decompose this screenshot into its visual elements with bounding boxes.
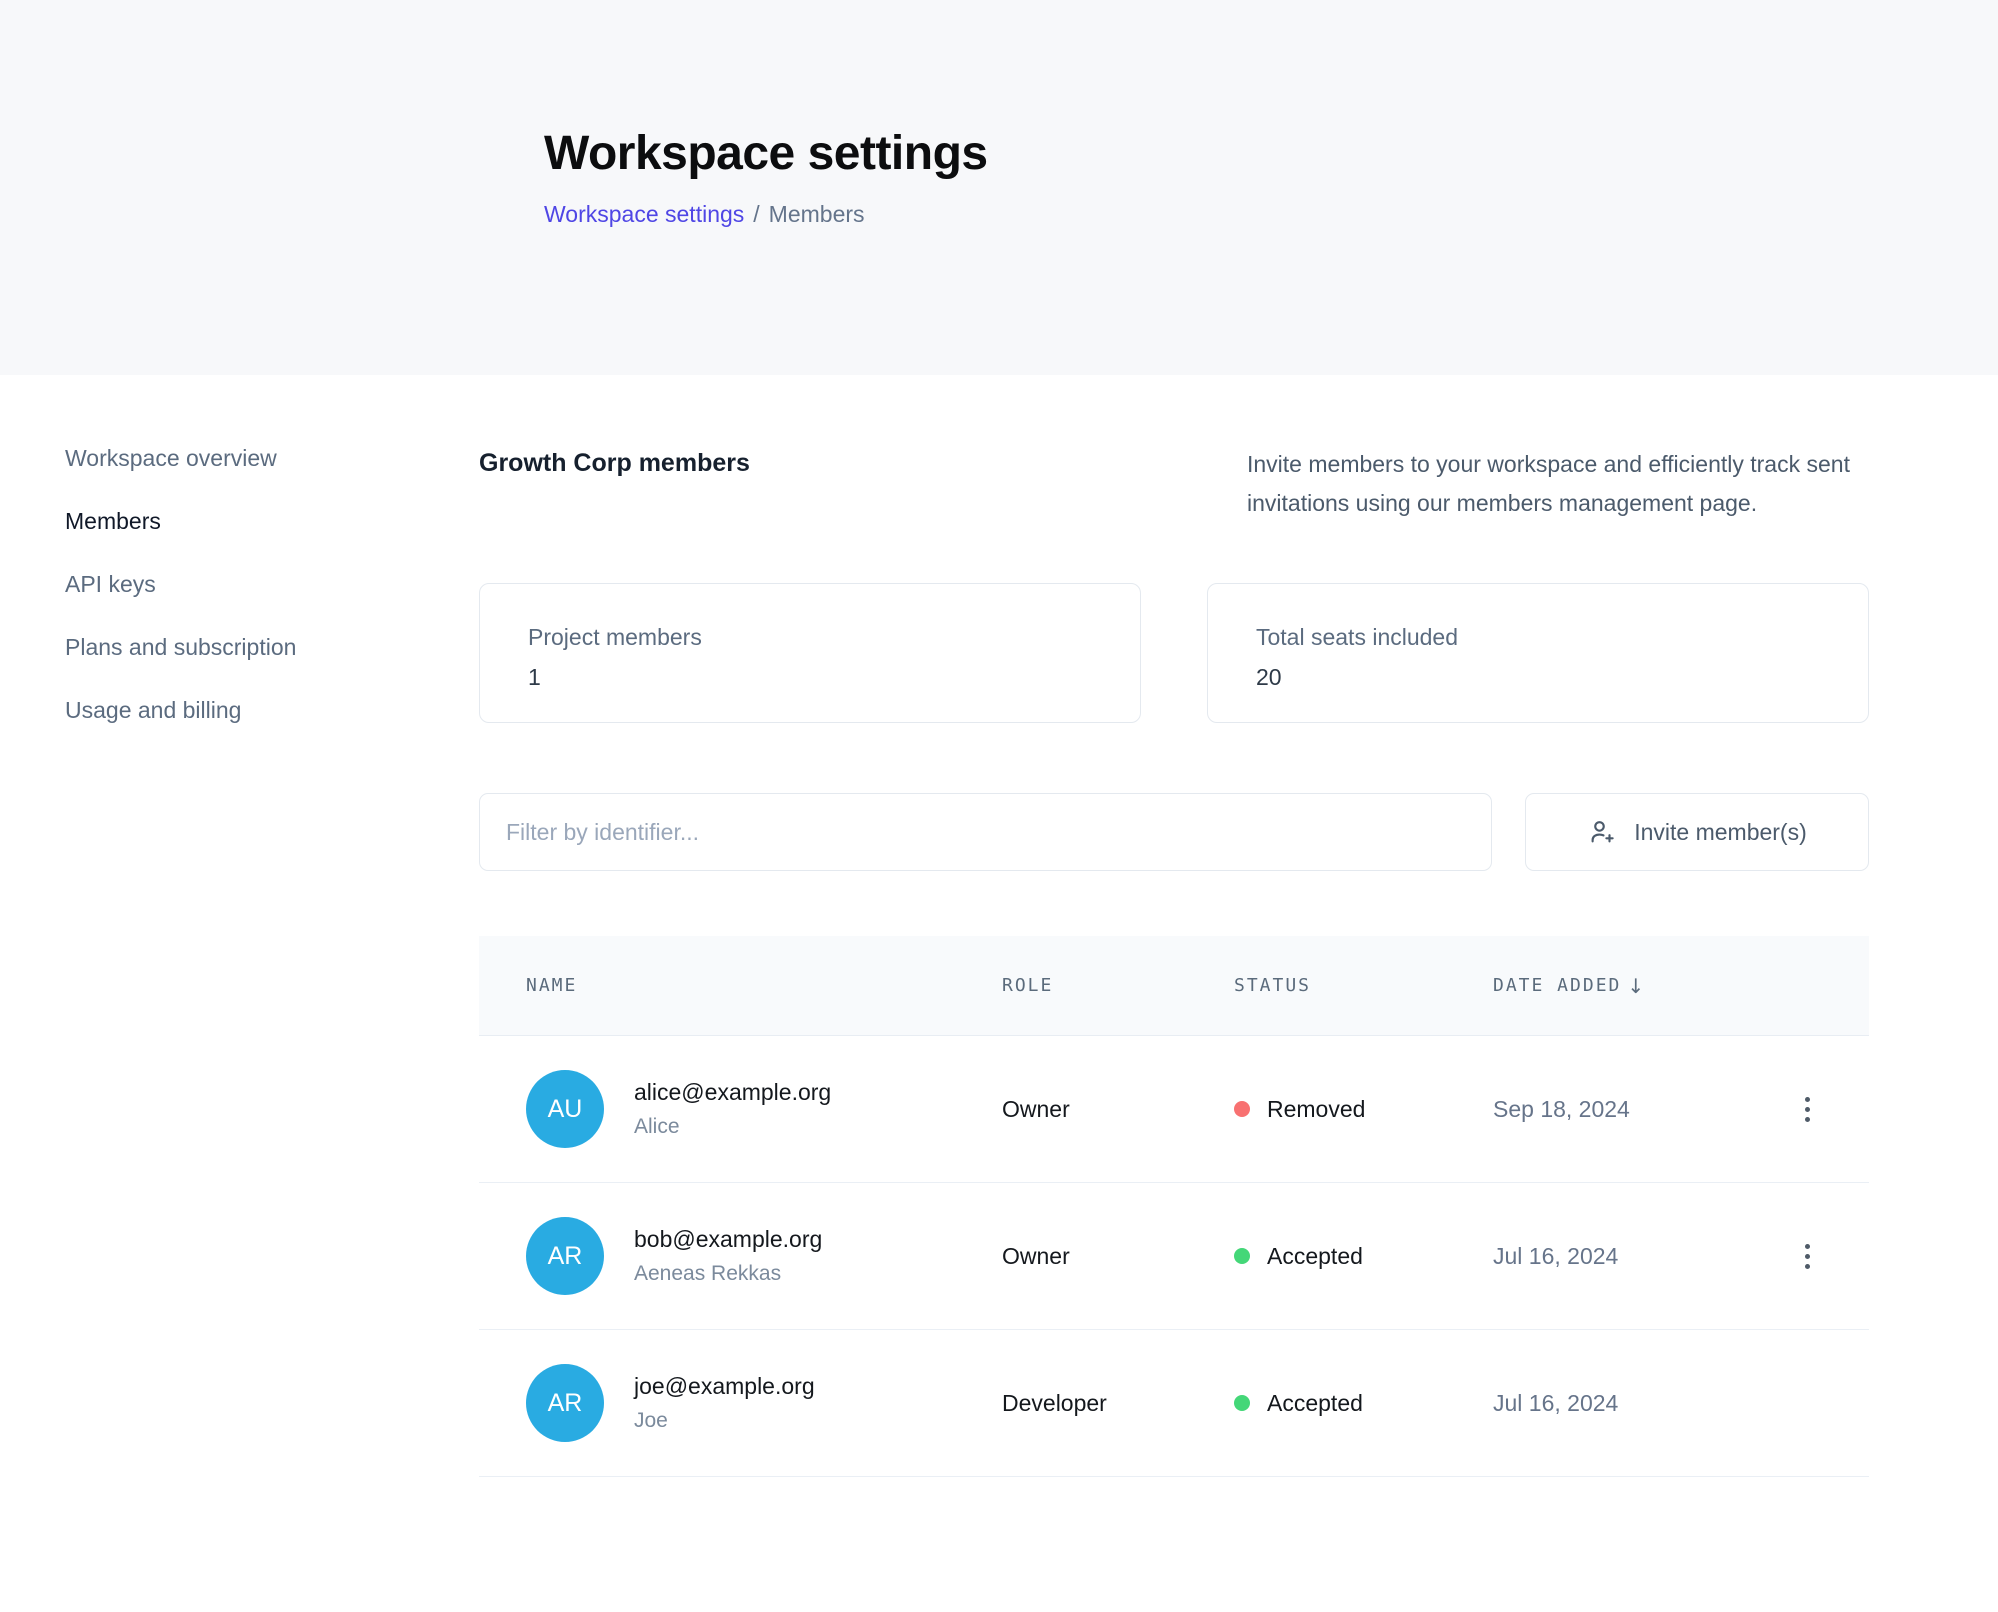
members-table: NAME ROLE STATUS DATE ADDED ↓ AU alice@e… — [479, 936, 1869, 1477]
filter-input[interactable] — [479, 793, 1492, 871]
avatar: AR — [526, 1217, 604, 1295]
filter-row: Invite member(s) — [479, 793, 1869, 871]
stat-card-project-members: Project members 1 — [479, 583, 1141, 723]
column-header-role: ROLE — [1002, 975, 1234, 996]
status-dot-accepted — [1234, 1395, 1250, 1411]
sidebar-item-api-keys[interactable]: API keys — [65, 571, 479, 598]
status-dot-removed — [1234, 1101, 1250, 1117]
column-header-status: STATUS — [1234, 975, 1493, 996]
member-name: Aeneas Rekkas — [634, 1262, 822, 1286]
member-cell: AU alice@example.org Alice — [526, 1070, 1002, 1148]
intro-row: Growth Corp members Invite members to yo… — [479, 445, 1869, 523]
member-identity: bob@example.org Aeneas Rekkas — [634, 1226, 822, 1286]
page-title: Workspace settings — [544, 126, 1934, 181]
member-date-added: Jul 16, 2024 — [1493, 1390, 1778, 1417]
status-dot-accepted — [1234, 1248, 1250, 1264]
sort-descending-icon: ↓ — [1627, 974, 1644, 998]
member-email: alice@example.org — [634, 1079, 831, 1106]
member-name: Joe — [634, 1409, 815, 1433]
member-date-added: Sep 18, 2024 — [1493, 1096, 1778, 1123]
member-role: Owner — [1002, 1243, 1234, 1270]
member-email: bob@example.org — [634, 1226, 822, 1253]
row-actions-menu-icon[interactable] — [1793, 1087, 1822, 1132]
status-label: Accepted — [1267, 1243, 1363, 1270]
avatar: AU — [526, 1070, 604, 1148]
member-cell: AR joe@example.org Joe — [526, 1364, 1002, 1442]
table-row: AR joe@example.org Joe Developer Accepte… — [479, 1330, 1869, 1477]
settings-nav: Workspace overview Members API keys Plan… — [0, 445, 479, 1477]
member-role: Owner — [1002, 1096, 1234, 1123]
row-actions-menu-icon[interactable] — [1793, 1234, 1822, 1279]
member-status: Accepted — [1234, 1243, 1493, 1270]
column-header-name: NAME — [526, 975, 1002, 996]
stat-label: Total seats included — [1256, 624, 1820, 651]
table-row: AU alice@example.org Alice Owner Removed… — [479, 1036, 1869, 1183]
sidebar-item-workspace-overview[interactable]: Workspace overview — [65, 445, 479, 472]
breadcrumb-current: Members — [769, 201, 865, 228]
stat-value: 20 — [1256, 664, 1820, 691]
member-name: Alice — [634, 1115, 831, 1139]
member-role: Developer — [1002, 1390, 1234, 1417]
member-identity: alice@example.org Alice — [634, 1079, 831, 1139]
member-status: Removed — [1234, 1096, 1493, 1123]
stat-card-total-seats: Total seats included 20 — [1207, 583, 1869, 723]
section-title: Growth Corp members — [479, 445, 750, 523]
status-label: Accepted — [1267, 1390, 1363, 1417]
invite-members-button-label: Invite member(s) — [1634, 819, 1807, 846]
avatar: AR — [526, 1364, 604, 1442]
breadcrumb-separator: / — [753, 201, 759, 228]
sidebar-item-usage-and-billing[interactable]: Usage and billing — [65, 697, 479, 724]
stats-row: Project members 1 Total seats included 2… — [479, 583, 1869, 723]
invite-members-button[interactable]: Invite member(s) — [1525, 793, 1869, 871]
members-panel: Growth Corp members Invite members to yo… — [479, 445, 1869, 1477]
breadcrumb: Workspace settings / Members — [544, 201, 1934, 228]
member-email: joe@example.org — [634, 1373, 815, 1400]
page-header: Workspace settings Workspace settings / … — [0, 0, 1998, 375]
content-area: Workspace overview Members API keys Plan… — [0, 375, 1998, 1477]
breadcrumb-link-workspace-settings[interactable]: Workspace settings — [544, 201, 744, 228]
column-header-date-added[interactable]: DATE ADDED ↓ — [1493, 974, 1778, 998]
sidebar-item-members[interactable]: Members — [65, 508, 479, 535]
table-row: AR bob@example.org Aeneas Rekkas Owner A… — [479, 1183, 1869, 1330]
user-plus-icon — [1587, 817, 1617, 847]
sidebar-item-plans-and-subscription[interactable]: Plans and subscription — [65, 634, 479, 661]
member-date-added: Jul 16, 2024 — [1493, 1243, 1778, 1270]
section-description: Invite members to your workspace and eff… — [1247, 445, 1869, 523]
member-status: Accepted — [1234, 1390, 1493, 1417]
stat-value: 1 — [528, 664, 1092, 691]
status-label: Removed — [1267, 1096, 1365, 1123]
stat-label: Project members — [528, 624, 1092, 651]
member-identity: joe@example.org Joe — [634, 1373, 815, 1433]
member-cell: AR bob@example.org Aeneas Rekkas — [526, 1217, 1002, 1295]
members-table-header: NAME ROLE STATUS DATE ADDED ↓ — [479, 936, 1869, 1036]
